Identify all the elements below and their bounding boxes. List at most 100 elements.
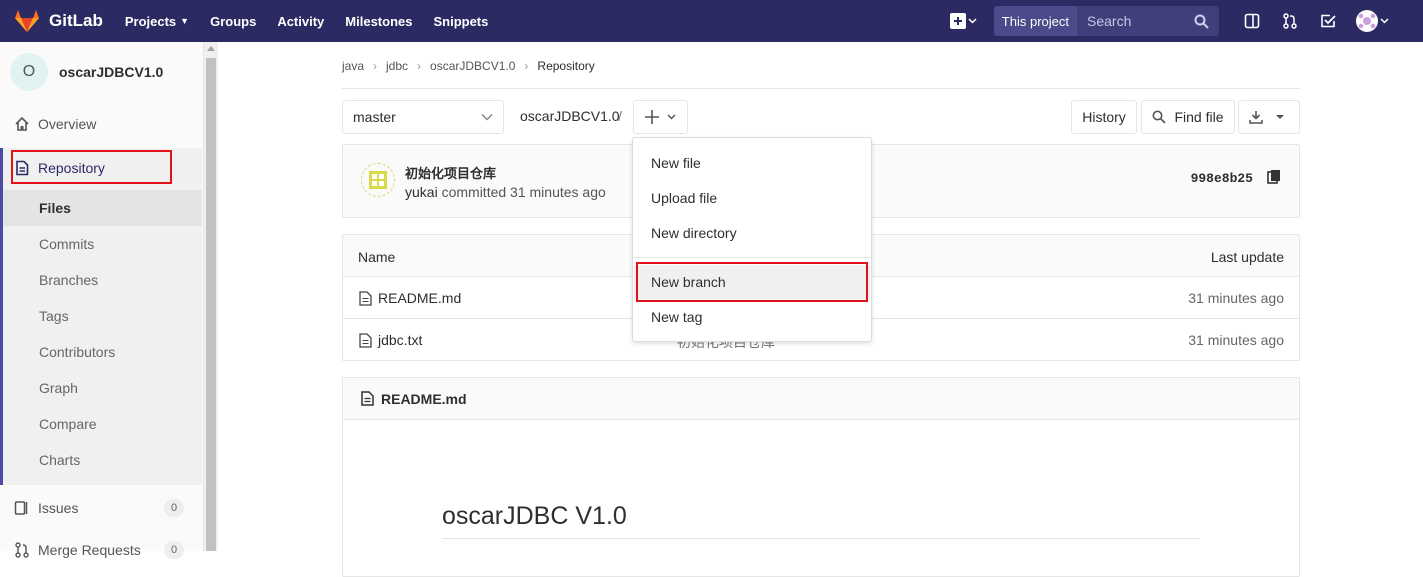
issues-count-badge: 0: [164, 499, 184, 517]
file-icon: [361, 391, 374, 406]
repo-path-root[interactable]: oscarJDBCV1.0: [520, 108, 620, 124]
file-name: jdbc.txt: [378, 332, 423, 348]
sidebar-subitem-commits[interactable]: Commits: [3, 226, 202, 262]
user-menu-button[interactable]: [1355, 9, 1389, 33]
scrollbar-thumb[interactable]: [206, 58, 216, 551]
commit-author-avatar[interactable]: [361, 163, 395, 197]
identicon-icon: [369, 171, 387, 189]
nav-projects-label: Projects: [124, 13, 177, 29]
sidebar-subitem-graph[interactable]: Graph: [3, 370, 202, 406]
file-link[interactable]: jdbc.txt: [359, 332, 422, 348]
branch-select[interactable]: master: [342, 100, 504, 134]
todos-button[interactable]: [1309, 0, 1347, 42]
sidebar-item-issues[interactable]: Issues 0: [0, 490, 202, 526]
merge-request-icon: [14, 542, 30, 558]
chevron-right-icon: ›: [373, 59, 378, 73]
sidebar-subitem-charts[interactable]: Charts: [3, 442, 202, 478]
sidebar-item-label: Issues: [38, 500, 79, 516]
find-file-label: Find file: [1174, 109, 1224, 125]
chevron-right-icon: ›: [524, 59, 529, 73]
breadcrumb-item[interactable]: oscarJDBCV1.0: [430, 59, 515, 73]
search-icon: [1194, 14, 1209, 29]
commit-author[interactable]: yukai: [405, 184, 438, 200]
merge-request-icon: [1283, 13, 1297, 29]
search-icon: [1152, 110, 1167, 124]
file-icon: [359, 290, 372, 306]
menu-item-upload-file[interactable]: Upload file: [634, 181, 870, 215]
copy-sha-button[interactable]: [1267, 169, 1281, 188]
nav-groups[interactable]: Groups: [210, 14, 256, 29]
commit-meta: yukai committed 31 minutes ago: [405, 184, 606, 200]
plus-square-icon: [949, 13, 977, 29]
project-header[interactable]: O oscarJDBCV1.0: [10, 53, 163, 91]
project-name: oscarJDBCV1.0: [59, 64, 164, 80]
check-square-icon: [1321, 14, 1336, 28]
readme-file-name[interactable]: README.md: [381, 391, 467, 407]
chevron-down-icon: ▼: [180, 16, 190, 26]
nav-milestones[interactable]: Milestones: [345, 14, 412, 29]
commit-action: committed: [441, 184, 507, 200]
nav-snippets[interactable]: Snippets: [433, 14, 488, 29]
breadcrumb-item[interactable]: jdbc: [386, 59, 408, 73]
readme-heading: oscarJDBC V1.0: [442, 502, 627, 530]
chevron-right-icon: ›: [417, 59, 422, 73]
search-scope[interactable]: This project: [993, 6, 1077, 36]
home-icon: [14, 116, 30, 132]
project-sidebar: O oscarJDBCV1.0 Overview Repository File…: [0, 42, 204, 559]
plus-icon: [644, 110, 676, 124]
sidebar-scrollbar[interactable]: [204, 42, 218, 551]
divider: [342, 88, 1300, 89]
file-last-update: 31 minutes ago: [1188, 290, 1284, 306]
nav-activity[interactable]: Activity: [277, 14, 324, 29]
breadcrumb: java › jdbc › oscarJDBCV1.0 › Repository: [342, 59, 595, 73]
readme-header: README.md: [343, 378, 1299, 420]
todo-sidebar-button[interactable]: [1233, 0, 1271, 42]
sidebar-item-overview[interactable]: Overview: [0, 106, 202, 142]
sidebar-subitem-compare[interactable]: Compare: [3, 406, 202, 442]
file-name: README.md: [378, 290, 462, 306]
chevron-down-icon: [481, 113, 493, 121]
file-last-update: 31 minutes ago: [1188, 332, 1284, 348]
clipboard-icon: [1267, 170, 1280, 184]
menu-item-new-tag[interactable]: New tag: [634, 300, 870, 334]
breadcrumb-item[interactable]: java: [342, 59, 364, 73]
search-placeholder: Search: [1087, 13, 1132, 29]
column-header-name: Name: [358, 249, 396, 265]
project-avatar: O: [10, 53, 48, 91]
new-item-dropdown-button[interactable]: [946, 9, 980, 33]
download-dropdown-button[interactable]: [1238, 100, 1300, 134]
user-avatar-icon: [1356, 10, 1389, 32]
download-icon: [1249, 111, 1284, 124]
gitlab-logo[interactable]: GitLab: [14, 9, 103, 33]
branch-name: master: [353, 109, 396, 125]
commit-sha[interactable]: 998e8b25: [1191, 171, 1253, 186]
commit-title[interactable]: 初始化项目仓库: [405, 163, 496, 182]
menu-item-new-file[interactable]: New file: [634, 146, 870, 180]
path-separator: /: [618, 108, 622, 124]
new-branch-highlight-box: [636, 262, 868, 302]
column-header-last-update: Last update: [1210, 249, 1284, 265]
search-input[interactable]: Search: [1077, 6, 1219, 36]
history-button[interactable]: History: [1071, 100, 1137, 134]
sidebar-subitem-tags[interactable]: Tags: [3, 298, 202, 334]
gitlab-tanuki-icon: [15, 10, 39, 32]
merge-requests-button[interactable]: [1271, 0, 1309, 42]
add-to-tree-dropdown: New file Upload file New directory New b…: [632, 137, 872, 342]
issues-icon: [14, 500, 30, 516]
sidebar-subitem-branches[interactable]: Branches: [3, 262, 202, 298]
sidebar-item-label: Overview: [38, 116, 97, 132]
sidebar-item-label: Merge Requests: [38, 542, 141, 558]
find-file-button[interactable]: Find file: [1141, 100, 1235, 134]
breadcrumb-current[interactable]: Repository: [537, 59, 594, 73]
file-link[interactable]: README.md: [359, 290, 461, 306]
menu-item-new-directory[interactable]: New directory: [634, 216, 870, 250]
merge-requests-count-badge: 0: [164, 541, 184, 559]
readme-panel: README.md oscarJDBC V1.0: [342, 377, 1300, 577]
sidebar-subitem-contributors[interactable]: Contributors: [3, 334, 202, 370]
nav-projects[interactable]: Projects ▼: [125, 14, 189, 29]
sidebar-subitem-files[interactable]: Files: [3, 190, 202, 226]
scroll-up-arrow-icon[interactable]: [207, 46, 215, 51]
add-to-tree-button[interactable]: [633, 100, 688, 134]
sidebar-item-merge-requests[interactable]: Merge Requests 0: [0, 532, 202, 568]
commit-time: 31 minutes ago: [510, 184, 606, 200]
